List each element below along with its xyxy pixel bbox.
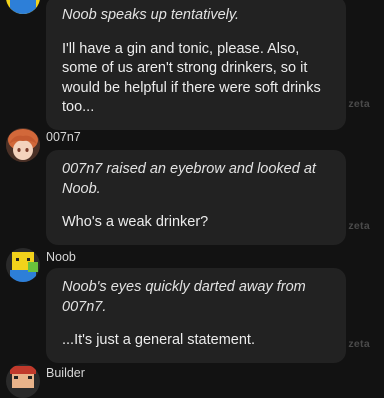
noob-avatar-icon[interactable] [6, 248, 40, 282]
sender-name: Builder [46, 366, 85, 380]
zeta-watermark: zeta [348, 98, 370, 110]
sender-name: Noob [46, 250, 76, 264]
speech-text: ...It's just a general statement. [62, 332, 255, 348]
builder-avatar-icon[interactable] [6, 364, 40, 398]
message-bubble: 007n7 raised an eyebrow and looked at No… [46, 150, 346, 245]
noob-avatar-icon[interactable] [6, 0, 40, 14]
action-text: Noob's eyes quickly darted away from 007… [62, 279, 306, 315]
message-bubble: Noob speaks up tentatively. I'll have a … [46, 0, 346, 130]
action-text: Noob speaks up tentatively. [62, 7, 240, 23]
zeta-watermark: zeta [348, 338, 370, 350]
message-bubble: Noob's eyes quickly darted away from 007… [46, 268, 346, 363]
zeta-watermark: zeta [348, 220, 370, 232]
007n7-avatar-icon[interactable] [6, 128, 40, 162]
speech-text: Who's a weak drinker? [62, 214, 209, 230]
action-text: 007n7 raised an eyebrow and looked at No… [62, 161, 316, 197]
speech-text: I'll have a gin and tonic, please. Also,… [62, 40, 321, 116]
sender-name: 007n7 [46, 130, 81, 144]
